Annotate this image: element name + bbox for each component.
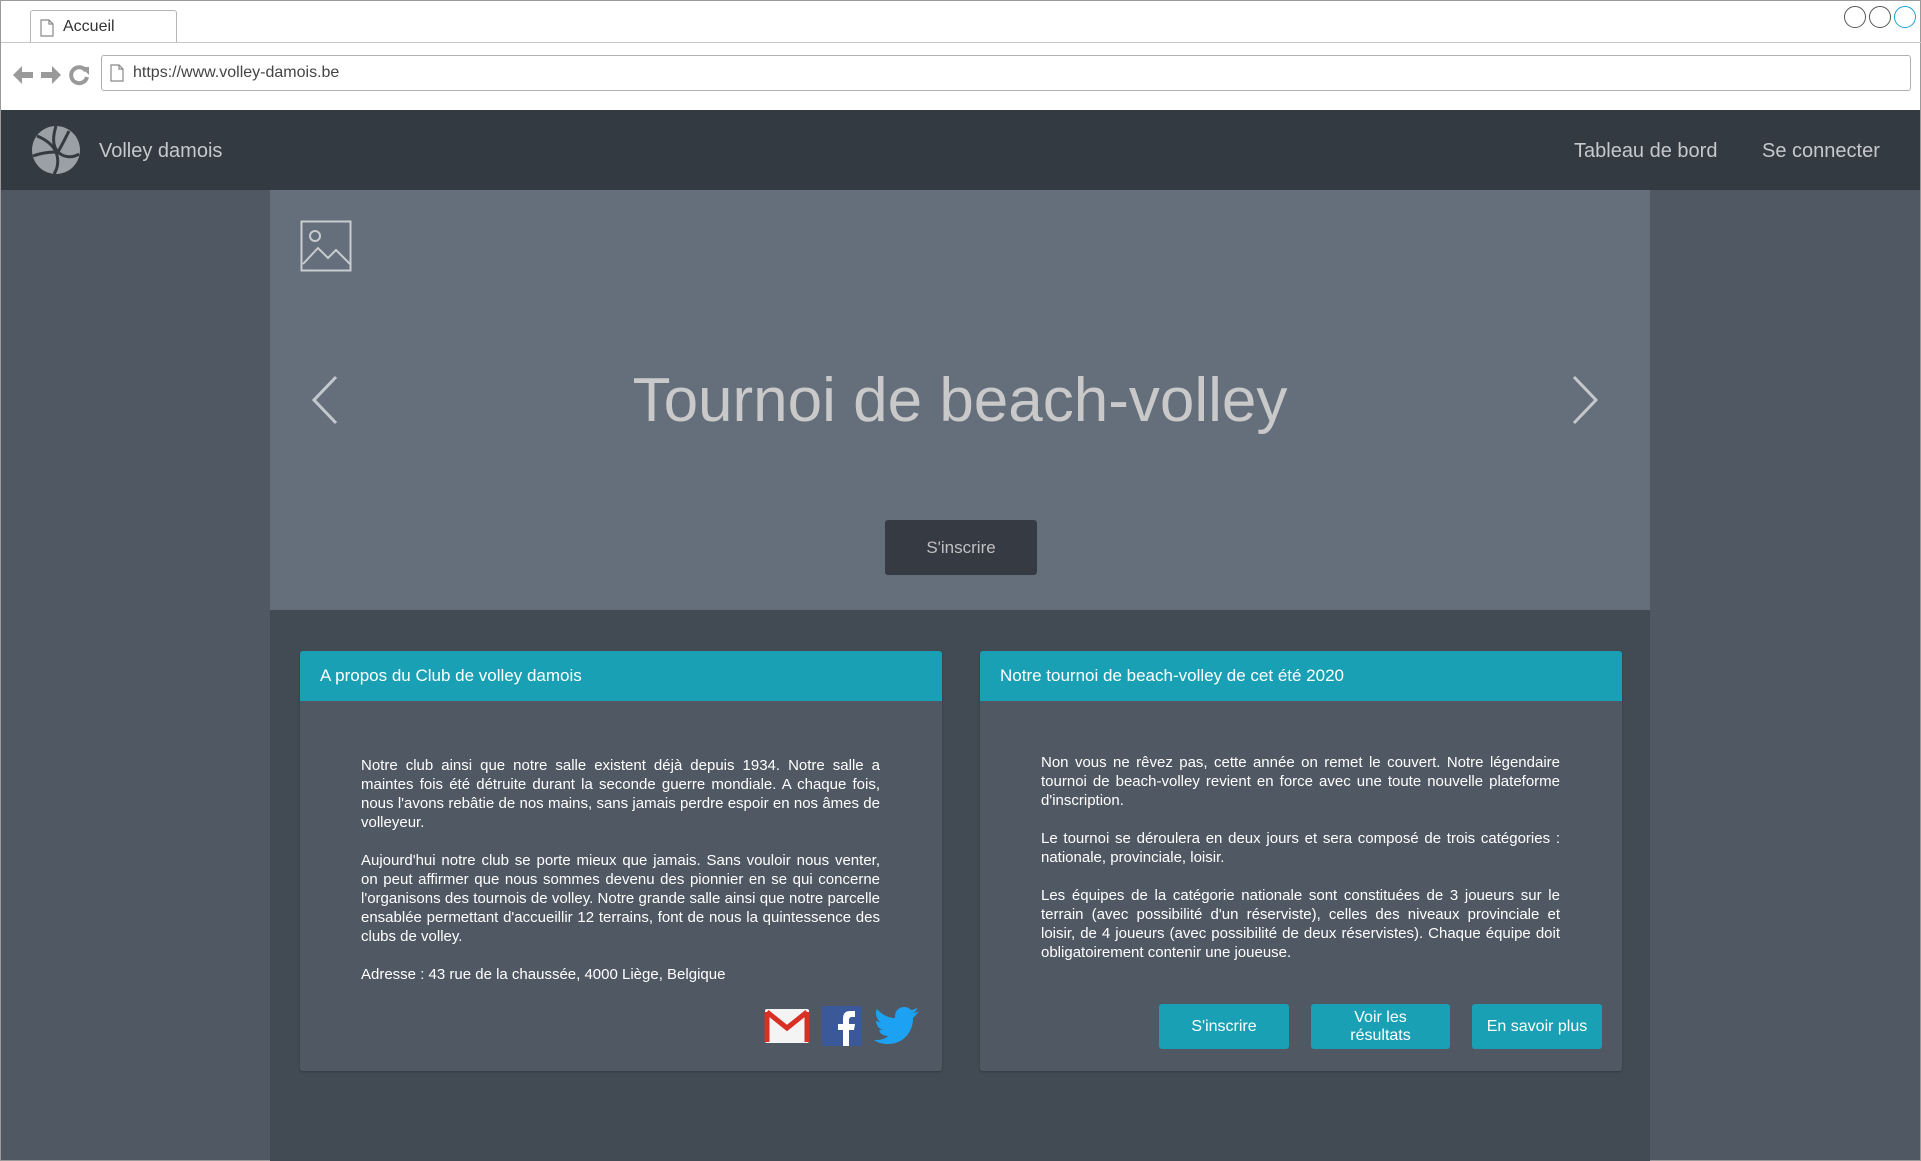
about-card-header: A propos du Club de volley damois bbox=[300, 651, 942, 701]
about-paragraph: Aujourd'hui notre club se porte mieux qu… bbox=[361, 852, 880, 945]
hero-title: Tournoi de beach-volley bbox=[632, 366, 1288, 435]
tournament-card-header: Notre tournoi de beach-volley de cet été… bbox=[980, 651, 1622, 701]
reload-icon[interactable] bbox=[67, 64, 91, 86]
tournament-paragraph: Non vous ne rêvez pas, cette année on re… bbox=[1041, 754, 1560, 809]
about-paragraph: Notre club ainsi que notre salle existen… bbox=[361, 757, 880, 831]
hero-carousel: Tournoi de beach-volley S'inscrire bbox=[270, 190, 1650, 610]
tournament-actions: S'inscrire Voir les résultats En savoir … bbox=[1159, 1004, 1602, 1049]
tab-divider bbox=[1, 42, 1921, 43]
window-controls bbox=[1844, 6, 1916, 28]
facebook-icon[interactable] bbox=[822, 1006, 862, 1046]
document-icon bbox=[40, 19, 54, 37]
twitter-icon[interactable] bbox=[874, 1006, 920, 1046]
register-button[interactable]: S'inscrire bbox=[1159, 1004, 1289, 1049]
about-card-body: Notre club ainsi que notre salle existen… bbox=[361, 756, 880, 984]
view-results-button[interactable]: Voir les résultats bbox=[1311, 1004, 1450, 1049]
browser-chrome: Accueil https://www.volley-damois.be bbox=[0, 0, 1921, 110]
site-navbar: Volley damois Tableau de bord Se connect… bbox=[0, 110, 1921, 190]
tab-title: Accueil bbox=[63, 18, 115, 35]
social-links bbox=[764, 1006, 920, 1046]
tournament-card-body: Non vous ne rêvez pas, cette année on re… bbox=[1041, 753, 1560, 962]
maximize-button[interactable] bbox=[1869, 6, 1891, 28]
page-icon bbox=[110, 64, 124, 82]
gmail-icon[interactable] bbox=[764, 1008, 810, 1044]
hero-register-button[interactable]: S'inscrire bbox=[885, 520, 1037, 575]
tournament-card: Notre tournoi de beach-volley de cet été… bbox=[980, 651, 1622, 1071]
tournament-paragraph: Le tournoi se déroulera en deux jours et… bbox=[1041, 830, 1560, 866]
nav-link-dashboard[interactable]: Tableau de bord bbox=[1574, 140, 1717, 163]
about-address: Adresse : 43 rue de la chaussée, 4000 Li… bbox=[361, 966, 726, 983]
browser-tab[interactable]: Accueil bbox=[30, 10, 177, 43]
image-placeholder-icon bbox=[300, 220, 352, 272]
volleyball-logo-icon[interactable] bbox=[31, 125, 81, 175]
tournament-paragraph: Les équipes de la catégorie nationale so… bbox=[1041, 887, 1560, 961]
learn-more-button[interactable]: En savoir plus bbox=[1472, 1004, 1602, 1049]
about-card: A propos du Club de volley damois Notre … bbox=[300, 651, 942, 1071]
url-text: https://www.volley-damois.be bbox=[133, 64, 340, 81]
minimize-button[interactable] bbox=[1844, 6, 1866, 28]
close-button[interactable] bbox=[1894, 6, 1916, 28]
back-arrow-icon[interactable] bbox=[11, 64, 35, 86]
nav-link-login[interactable]: Se connecter bbox=[1762, 140, 1880, 163]
browser-nav bbox=[11, 64, 91, 86]
forward-arrow-icon[interactable] bbox=[39, 64, 63, 86]
address-bar[interactable]: https://www.volley-damois.be bbox=[101, 55, 1911, 91]
brand-name[interactable]: Volley damois bbox=[99, 140, 222, 163]
carousel-next-chevron-icon[interactable] bbox=[1570, 375, 1600, 425]
